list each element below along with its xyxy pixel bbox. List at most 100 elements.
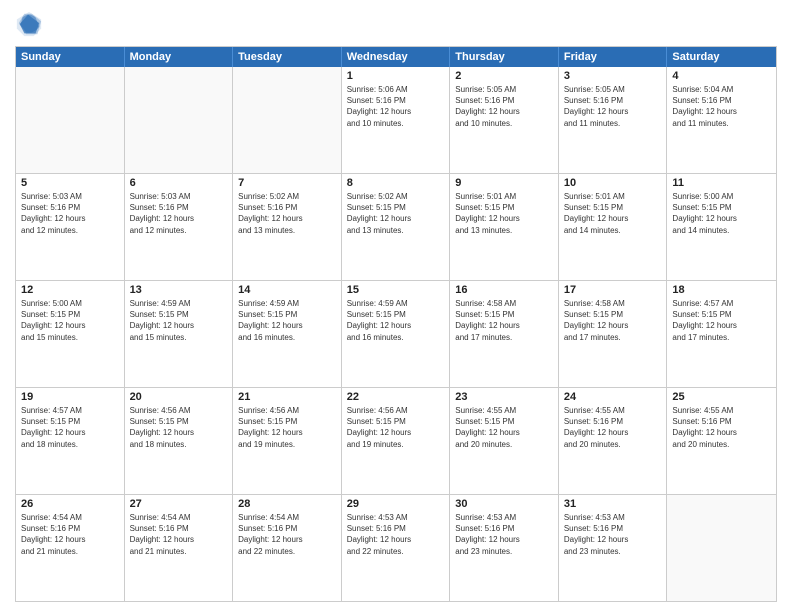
day-info: Sunrise: 5:06 AM Sunset: 5:16 PM Dayligh… [347,84,445,129]
day-22: 22 Sunrise: 4:56 AM Sunset: 5:15 PM Dayli… [342,388,451,494]
day-number: 21 [238,391,336,403]
day-15: 15 Sunrise: 4:59 AM Sunset: 5:15 PM Dayli… [342,281,451,387]
day-number: 22 [347,391,445,403]
day-24: 24Sunrise: 4:55 AM Sunset: 5:16 PM Dayli… [559,388,668,494]
calendar-row-3: 19Sunrise: 4:57 AM Sunset: 5:15 PM Dayli… [16,387,776,494]
day-number: 30 [455,498,553,510]
day-4: 4 Sunrise: 5:04 AM Sunset: 5:16 PM Daylig… [667,67,776,173]
day-number: 10 [564,177,662,189]
day-info: Sunrise: 5:02 AM Sunset: 5:16 PM Dayligh… [238,191,336,236]
day-info: Sunrise: 4:53 AM Sunset: 5:16 PM Dayligh… [455,512,553,557]
day-14: 14 Sunrise: 4:59 AM Sunset: 5:15 PM Dayli… [233,281,342,387]
day-number: 13 [130,284,228,296]
day-9: 9 Sunrise: 5:01 AM Sunset: 5:15 PM Daylig… [450,174,559,280]
empty-cell-0-2 [233,67,342,173]
day-info: Sunrise: 4:59 AM Sunset: 5:15 PM Dayligh… [347,298,445,343]
page: SundayMondayTuesdayWednesdayThursdayFrid… [0,0,792,612]
header-day-monday: Monday [125,47,234,67]
day-info: Sunrise: 5:01 AM Sunset: 5:15 PM Dayligh… [564,191,662,236]
day-info: Sunrise: 4:58 AM Sunset: 5:15 PM Dayligh… [455,298,553,343]
header-day-friday: Friday [559,47,668,67]
day-28: 28Sunrise: 4:54 AM Sunset: 5:16 PM Dayli… [233,495,342,601]
day-26: 26 Sunrise: 4:54 AM Sunset: 5:16 PM Dayli… [16,495,125,601]
day-info: Sunrise: 4:56 AM Sunset: 5:15 PM Dayligh… [130,405,228,450]
day-number: 20 [130,391,228,403]
header-day-wednesday: Wednesday [342,47,451,67]
day-19: 19Sunrise: 4:57 AM Sunset: 5:15 PM Dayli… [16,388,125,494]
day-number: 9 [455,177,553,189]
day-info: Sunrise: 4:57 AM Sunset: 5:15 PM Dayligh… [21,405,119,450]
header-day-tuesday: Tuesday [233,47,342,67]
header-day-sunday: Sunday [16,47,125,67]
day-21: 21 Sunrise: 4:56 AM Sunset: 5:15 PM Dayli… [233,388,342,494]
day-info: Sunrise: 4:56 AM Sunset: 5:15 PM Dayligh… [238,405,336,450]
calendar: SundayMondayTuesdayWednesdayThursdayFrid… [15,46,777,602]
day-number: 4 [672,70,771,82]
day-number: 1 [347,70,445,82]
day-info: Sunrise: 5:04 AM Sunset: 5:16 PM Dayligh… [672,84,771,129]
day-number: 3 [564,70,662,82]
day-number: 26 [21,498,119,510]
day-info: Sunrise: 5:00 AM Sunset: 5:15 PM Dayligh… [21,298,119,343]
logo [15,10,47,38]
day-6: 6 Sunrise: 5:03 AM Sunset: 5:16 PM Daylig… [125,174,234,280]
day-23: 23Sunrise: 4:55 AM Sunset: 5:15 PM Dayli… [450,388,559,494]
day-number: 24 [564,391,662,403]
day-info: Sunrise: 5:05 AM Sunset: 5:16 PM Dayligh… [564,84,662,129]
day-12: 12 Sunrise: 5:00 AM Sunset: 5:15 PM Dayli… [16,281,125,387]
calendar-row-4: 26 Sunrise: 4:54 AM Sunset: 5:16 PM Dayli… [16,494,776,601]
day-13: 13Sunrise: 4:59 AM Sunset: 5:15 PM Dayli… [125,281,234,387]
day-number: 14 [238,284,336,296]
day-number: 31 [564,498,662,510]
day-info: Sunrise: 5:02 AM Sunset: 5:15 PM Dayligh… [347,191,445,236]
day-27: 27Sunrise: 4:54 AM Sunset: 5:16 PM Dayli… [125,495,234,601]
day-info: Sunrise: 5:00 AM Sunset: 5:15 PM Dayligh… [672,191,771,236]
day-11: 11 Sunrise: 5:00 AM Sunset: 5:15 PM Dayli… [667,174,776,280]
day-number: 6 [130,177,228,189]
day-29: 29 Sunrise: 4:53 AM Sunset: 5:16 PM Dayli… [342,495,451,601]
day-info: Sunrise: 5:05 AM Sunset: 5:16 PM Dayligh… [455,84,553,129]
day-number: 16 [455,284,553,296]
calendar-header: SundayMondayTuesdayWednesdayThursdayFrid… [16,47,776,67]
day-8: 8 Sunrise: 5:02 AM Sunset: 5:15 PM Daylig… [342,174,451,280]
logo-icon [15,10,43,38]
day-info: Sunrise: 4:54 AM Sunset: 5:16 PM Dayligh… [238,512,336,557]
day-info: Sunrise: 5:03 AM Sunset: 5:16 PM Dayligh… [21,191,119,236]
calendar-row-2: 12 Sunrise: 5:00 AM Sunset: 5:15 PM Dayli… [16,280,776,387]
header-day-thursday: Thursday [450,47,559,67]
day-10: 10 Sunrise: 5:01 AM Sunset: 5:15 PM Dayli… [559,174,668,280]
day-7: 7 Sunrise: 5:02 AM Sunset: 5:16 PM Daylig… [233,174,342,280]
day-number: 11 [672,177,771,189]
day-number: 8 [347,177,445,189]
day-number: 29 [347,498,445,510]
day-number: 15 [347,284,445,296]
empty-cell-0-0 [16,67,125,173]
day-5: 5 Sunrise: 5:03 AM Sunset: 5:16 PM Daylig… [16,174,125,280]
day-info: Sunrise: 4:56 AM Sunset: 5:15 PM Dayligh… [347,405,445,450]
day-20: 20 Sunrise: 4:56 AM Sunset: 5:15 PM Dayli… [125,388,234,494]
calendar-row-1: 5 Sunrise: 5:03 AM Sunset: 5:16 PM Daylig… [16,173,776,280]
empty-cell-4-6 [667,495,776,601]
calendar-row-0: 1 Sunrise: 5:06 AM Sunset: 5:16 PM Daylig… [16,67,776,173]
day-info: Sunrise: 4:53 AM Sunset: 5:16 PM Dayligh… [347,512,445,557]
day-number: 23 [455,391,553,403]
day-info: Sunrise: 5:03 AM Sunset: 5:16 PM Dayligh… [130,191,228,236]
day-18: 18 Sunrise: 4:57 AM Sunset: 5:15 PM Dayli… [667,281,776,387]
day-number: 2 [455,70,553,82]
day-25: 25Sunrise: 4:55 AM Sunset: 5:16 PM Dayli… [667,388,776,494]
day-info: Sunrise: 4:59 AM Sunset: 5:15 PM Dayligh… [238,298,336,343]
day-info: Sunrise: 4:55 AM Sunset: 5:16 PM Dayligh… [672,405,771,450]
day-number: 17 [564,284,662,296]
day-number: 18 [672,284,771,296]
day-number: 7 [238,177,336,189]
day-number: 5 [21,177,119,189]
header [15,10,777,38]
day-info: Sunrise: 4:54 AM Sunset: 5:16 PM Dayligh… [21,512,119,557]
day-16: 16 Sunrise: 4:58 AM Sunset: 5:15 PM Dayli… [450,281,559,387]
day-17: 17Sunrise: 4:58 AM Sunset: 5:15 PM Dayli… [559,281,668,387]
day-number: 12 [21,284,119,296]
day-2: 2 Sunrise: 5:05 AM Sunset: 5:16 PM Daylig… [450,67,559,173]
day-30: 30 Sunrise: 4:53 AM Sunset: 5:16 PM Dayli… [450,495,559,601]
day-info: Sunrise: 4:57 AM Sunset: 5:15 PM Dayligh… [672,298,771,343]
day-info: Sunrise: 5:01 AM Sunset: 5:15 PM Dayligh… [455,191,553,236]
